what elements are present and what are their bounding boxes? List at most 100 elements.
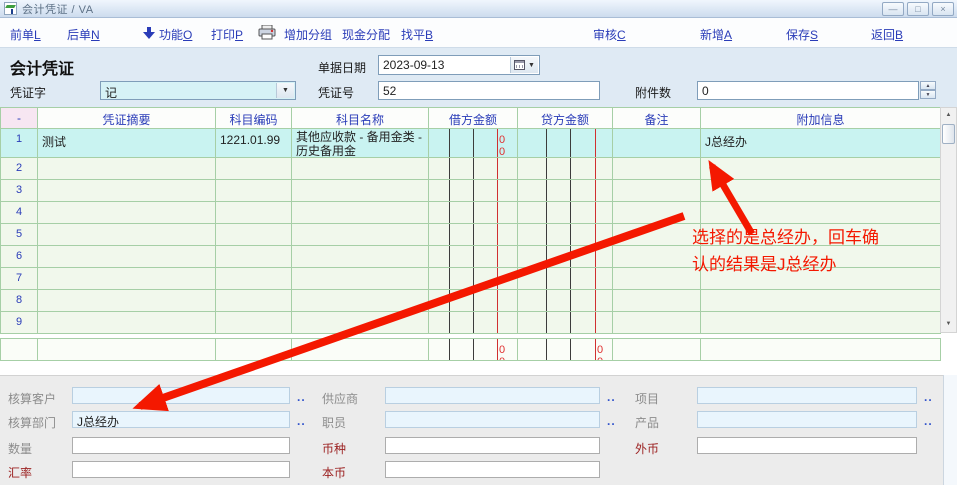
credit-amount-cell[interactable] xyxy=(518,246,613,268)
account-name-cell[interactable]: 其他应收款 - 备用金类 - 历史备用金 xyxy=(292,129,429,158)
exchange-rate-field[interactable] xyxy=(72,461,290,478)
attachments-input[interactable]: 0 xyxy=(697,81,919,100)
account-name-cell[interactable] xyxy=(292,180,429,202)
memo-cell[interactable] xyxy=(613,246,701,268)
debit-amount-cell[interactable] xyxy=(429,246,518,268)
product-field[interactable] xyxy=(697,411,917,428)
close-button[interactable]: × xyxy=(932,2,954,16)
account-name-cell[interactable] xyxy=(292,268,429,290)
scrollbar-thumb[interactable] xyxy=(942,124,955,144)
memo-cell[interactable] xyxy=(613,290,701,312)
credit-amount-cell[interactable] xyxy=(518,268,613,290)
add-group-button[interactable]: 增加分组 xyxy=(284,26,332,43)
summary-cell[interactable] xyxy=(38,180,216,202)
credit-amount-cell[interactable] xyxy=(518,290,613,312)
debit-amount-cell[interactable]: 0 0 xyxy=(429,129,518,158)
credit-amount-cell[interactable] xyxy=(518,129,613,158)
chevron-down-icon[interactable]: ▼ xyxy=(276,83,294,98)
printer-icon[interactable] xyxy=(258,25,276,40)
account-name-cell[interactable] xyxy=(292,224,429,246)
summary-cell[interactable] xyxy=(38,268,216,290)
prev-voucher-button[interactable]: 前单L xyxy=(10,26,41,43)
calendar-dropdown-button[interactable]: ▼ xyxy=(510,57,538,73)
cash-allocation-button[interactable]: 现金分配 xyxy=(342,26,390,43)
account-code-cell[interactable] xyxy=(216,290,292,312)
product-lookup-button[interactable]: .. xyxy=(924,414,933,428)
project-field[interactable] xyxy=(697,387,917,404)
debit-amount-cell[interactable] xyxy=(429,158,518,180)
foreign-currency-field[interactable] xyxy=(697,437,917,454)
extra-info-cell[interactable] xyxy=(701,158,941,180)
summary-cell[interactable] xyxy=(38,312,216,334)
doc-date-input[interactable]: 2023-09-13 ▼ xyxy=(378,55,540,75)
supplier-field[interactable] xyxy=(385,387,600,404)
debit-amount-cell[interactable] xyxy=(429,202,518,224)
extra-info-cell[interactable]: J总经办 xyxy=(701,129,941,158)
account-code-cell[interactable] xyxy=(216,180,292,202)
quantity-field[interactable] xyxy=(72,437,290,454)
account-code-cell[interactable] xyxy=(216,246,292,268)
maximize-button[interactable]: □ xyxy=(907,2,929,16)
voucher-no-input[interactable]: 52 xyxy=(378,81,600,100)
local-currency-field[interactable] xyxy=(385,461,600,478)
save-button[interactable]: 保存S xyxy=(786,26,818,43)
summary-cell[interactable] xyxy=(38,290,216,312)
account-code-cell[interactable] xyxy=(216,268,292,290)
print-button[interactable]: 打印P xyxy=(211,26,243,43)
scroll-up-icon[interactable]: ▲ xyxy=(941,108,956,123)
credit-amount-cell[interactable] xyxy=(518,312,613,334)
debit-amount-cell[interactable] xyxy=(429,224,518,246)
account-name-cell[interactable] xyxy=(292,290,429,312)
scroll-down-icon[interactable]: ▼ xyxy=(941,317,956,332)
staff-field[interactable] xyxy=(385,411,600,428)
credit-amount-cell[interactable] xyxy=(518,158,613,180)
memo-cell[interactable] xyxy=(613,158,701,180)
account-name-cell[interactable] xyxy=(292,202,429,224)
project-lookup-button[interactable]: .. xyxy=(924,390,933,404)
debit-amount-cell[interactable] xyxy=(429,312,518,334)
voucher-word-select[interactable]: 记 ▼ xyxy=(100,81,296,100)
debit-amount-cell[interactable] xyxy=(429,180,518,202)
account-code-cell[interactable] xyxy=(216,202,292,224)
account-code-cell[interactable]: 1221.01.99 xyxy=(216,129,292,158)
balance-button[interactable]: 找平B xyxy=(401,26,433,43)
summary-cell[interactable] xyxy=(38,246,216,268)
debit-amount-cell[interactable] xyxy=(429,268,518,290)
credit-amount-cell[interactable] xyxy=(518,180,613,202)
customer-lookup-button[interactable]: .. xyxy=(297,390,306,404)
staff-lookup-button[interactable]: .. xyxy=(607,414,616,428)
account-name-cell[interactable] xyxy=(292,246,429,268)
credit-amount-cell[interactable] xyxy=(518,224,613,246)
grid-vertical-scrollbar[interactable]: ▲ ▼ xyxy=(940,107,957,333)
minimize-button[interactable]: — xyxy=(882,2,904,16)
extra-info-cell[interactable] xyxy=(701,312,941,334)
account-code-cell[interactable] xyxy=(216,312,292,334)
summary-cell[interactable] xyxy=(38,224,216,246)
next-voucher-button[interactable]: 后单N xyxy=(67,26,100,43)
summary-cell[interactable]: 测试 xyxy=(38,129,216,158)
summary-cell[interactable] xyxy=(38,158,216,180)
department-lookup-button[interactable]: .. xyxy=(297,414,306,428)
department-field[interactable]: J总经办 xyxy=(72,411,290,428)
memo-cell[interactable] xyxy=(613,202,701,224)
spin-down-icon[interactable]: ▼ xyxy=(920,90,936,99)
memo-cell[interactable] xyxy=(613,224,701,246)
extra-info-cell[interactable] xyxy=(701,202,941,224)
back-button[interactable]: 返回B xyxy=(871,26,903,43)
customer-field[interactable] xyxy=(72,387,290,404)
memo-cell[interactable] xyxy=(613,312,701,334)
extra-info-cell[interactable] xyxy=(701,180,941,202)
currency-field[interactable] xyxy=(385,437,600,454)
account-name-cell[interactable] xyxy=(292,158,429,180)
extra-info-cell[interactable] xyxy=(701,290,941,312)
spin-up-icon[interactable]: ▲ xyxy=(920,81,936,90)
account-name-cell[interactable] xyxy=(292,312,429,334)
memo-cell[interactable] xyxy=(613,180,701,202)
memo-cell[interactable] xyxy=(613,268,701,290)
supplier-lookup-button[interactable]: .. xyxy=(607,390,616,404)
account-code-cell[interactable] xyxy=(216,224,292,246)
credit-amount-cell[interactable] xyxy=(518,202,613,224)
audit-button[interactable]: 审核C xyxy=(593,26,626,43)
account-code-cell[interactable] xyxy=(216,158,292,180)
functions-button[interactable]: 功能O xyxy=(159,26,192,43)
